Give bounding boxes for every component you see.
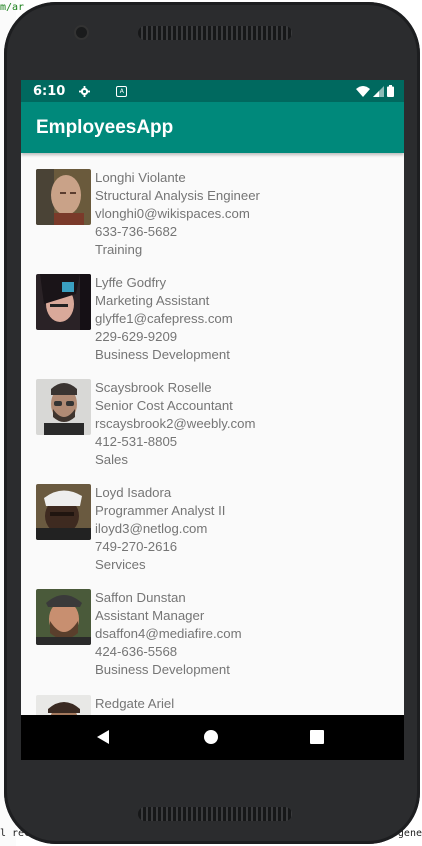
employee-department: Services — [95, 557, 146, 572]
employee-name: Scaysbrook Roselle — [95, 380, 212, 395]
employee-item[interactable]: Loyd Isadora Programmer Analyst II iloyd… — [36, 484, 225, 584]
employee-photo — [36, 274, 91, 330]
employee-phone: 749-270-2616 — [95, 539, 178, 554]
employee-details: Redgate Ariel — [95, 695, 174, 715]
battery-icon — [387, 85, 394, 97]
phone-screen: 6:10 A EmployeesApp Longhi Violante Stru… — [21, 80, 404, 760]
employee-department: Business Development — [95, 347, 230, 362]
employee-details: Lyffe Godfry Marketing Assistant glyffe1… — [95, 274, 233, 374]
employee-email: iloyd3@netlog.com — [95, 521, 208, 536]
employee-photo — [36, 695, 91, 715]
employee-email: vlonghi0@wikispaces.com — [95, 206, 250, 221]
employee-phone: 412-531-8805 — [95, 434, 178, 449]
employee-details: Loyd Isadora Programmer Analyst II iloyd… — [95, 484, 225, 584]
notification-icon: A — [116, 85, 128, 97]
wifi-icon — [356, 85, 370, 97]
employee-item[interactable]: Longhi Violante Structural Analysis Engi… — [36, 169, 260, 269]
gear-icon — [79, 85, 91, 97]
employee-title: Structural Analysis Engineer — [95, 188, 260, 203]
employee-phone: 424-636-5568 — [95, 644, 178, 659]
employee-department: Business Development — [95, 662, 230, 677]
employee-department: Training — [95, 242, 143, 257]
employee-title: Assistant Manager — [95, 608, 205, 623]
employee-item[interactable]: Scaysbrook Roselle Senior Cost Accountan… — [36, 379, 255, 479]
employee-item[interactable]: Lyffe Godfry Marketing Assistant glyffe1… — [36, 274, 233, 374]
employee-name: Longhi Violante — [95, 170, 186, 185]
cell-signal-icon — [373, 85, 384, 97]
employee-department: Sales — [95, 452, 128, 467]
employee-details: Longhi Violante Structural Analysis Engi… — [95, 169, 260, 269]
employee-item[interactable]: Redgate Ariel — [36, 695, 174, 715]
top-speaker — [138, 26, 292, 40]
status-icons — [356, 85, 394, 97]
employee-details: Saffon Dunstan Assistant Manager dsaffon… — [95, 589, 242, 689]
employee-email: dsaffon4@mediafire.com — [95, 626, 242, 641]
front-camera — [76, 27, 87, 38]
app-title: EmployeesApp — [36, 116, 174, 138]
employee-photo — [36, 589, 91, 645]
employee-title: Senior Cost Accountant — [95, 398, 233, 413]
employee-name: Lyffe Godfry — [95, 275, 167, 290]
recents-icon[interactable] — [310, 730, 324, 744]
navigation-bar — [21, 715, 404, 760]
ide-code-line: m/ar — [0, 2, 25, 13]
app-bar: EmployeesApp — [21, 102, 404, 153]
status-bar: 6:10 A — [21, 80, 404, 102]
home-icon[interactable] — [204, 730, 218, 744]
employee-phone: 229-629-9209 — [95, 329, 178, 344]
employee-photo — [36, 484, 91, 540]
employee-email: glyffe1@cafepress.com — [95, 311, 233, 326]
status-time: 6:10 — [33, 83, 66, 99]
employee-photo — [36, 169, 91, 225]
employee-title: Programmer Analyst II — [95, 503, 226, 518]
bottom-speaker — [138, 807, 292, 821]
employee-name: Saffon Dunstan — [95, 590, 186, 605]
employee-item[interactable]: Saffon Dunstan Assistant Manager dsaffon… — [36, 589, 242, 689]
employee-phone: 633-736-5682 — [95, 224, 178, 239]
employee-photo — [36, 379, 91, 435]
employee-list[interactable]: Longhi Violante Structural Analysis Engi… — [21, 153, 404, 715]
back-icon[interactable] — [97, 730, 109, 744]
employee-title: Marketing Assistant — [95, 293, 210, 308]
employee-email: rscaysbrook2@weebly.com — [95, 416, 256, 431]
employee-name: Loyd Isadora — [95, 485, 172, 500]
employee-details: Scaysbrook Roselle Senior Cost Accountan… — [95, 379, 255, 479]
employee-name: Redgate Ariel — [95, 696, 175, 711]
